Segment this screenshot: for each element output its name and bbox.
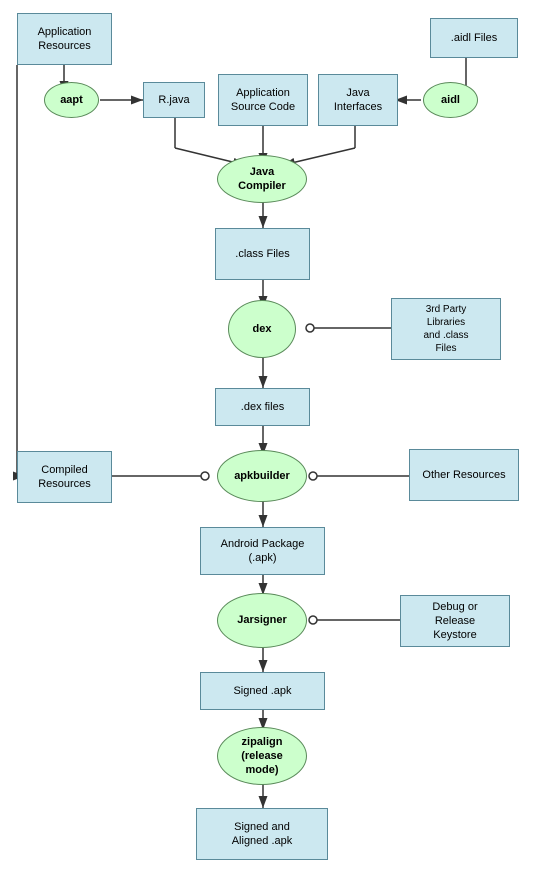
java-interfaces-box: Java Interfaces [318, 74, 398, 126]
debug-release-box: Debug or Release Keystore [400, 595, 510, 647]
android-package-label: Android Package (.apk) [221, 537, 305, 566]
application-resources-label: Application Resources [38, 25, 92, 54]
jarsigner-label: Jarsigner [237, 613, 287, 627]
third-party-box: 3rd Party Libraries and .class Files [391, 298, 501, 360]
dex-files-box: .dex files [215, 388, 310, 426]
java-compiler-label: Java Compiler [238, 165, 286, 194]
application-source-code-label: Application Source Code [231, 86, 295, 115]
aidl-oval: aidl [423, 82, 478, 118]
jarsigner-oval: Jarsigner [217, 593, 307, 648]
java-compiler-oval: Java Compiler [217, 155, 307, 203]
dex-label: dex [253, 322, 272, 336]
zipalign-label: zipalign (release mode) [241, 735, 283, 778]
java-interfaces-label: Java Interfaces [334, 86, 382, 115]
signed-aligned-box: Signed and Aligned .apk [196, 808, 328, 860]
debug-release-label: Debug or Release Keystore [432, 600, 477, 643]
signed-apk-box: Signed .apk [200, 672, 325, 710]
other-resources-box: Other Resources [409, 449, 519, 501]
third-party-label: 3rd Party Libraries and .class Files [423, 303, 468, 355]
application-resources-box: Application Resources [17, 13, 112, 65]
signed-aligned-label: Signed and Aligned .apk [232, 820, 293, 849]
dex-oval: dex [228, 300, 296, 358]
android-package-box: Android Package (.apk) [200, 527, 325, 575]
apkbuilder-label: apkbuilder [234, 469, 290, 483]
aidl-files-label: .aidl Files [451, 31, 497, 45]
application-source-code-box: Application Source Code [218, 74, 308, 126]
aapt-oval: aapt [44, 82, 99, 118]
class-files-box: .class Files [215, 228, 310, 280]
compiled-resources-label: Compiled Resources [38, 463, 91, 492]
diagram: Application Resources .aidl Files aapt R… [0, 0, 536, 882]
aapt-label: aapt [60, 93, 83, 107]
aidl-label: aidl [441, 93, 460, 107]
signed-apk-label: Signed .apk [233, 684, 291, 698]
aidl-files-box: .aidl Files [430, 18, 518, 58]
r-java-label: R.java [158, 93, 189, 107]
zipalign-oval: zipalign (release mode) [217, 727, 307, 785]
other-resources-label: Other Resources [422, 468, 505, 482]
compiled-resources-box: Compiled Resources [17, 451, 112, 503]
dex-files-label: .dex files [241, 400, 284, 414]
r-java-box: R.java [143, 82, 205, 118]
apkbuilder-oval: apkbuilder [217, 450, 307, 502]
class-files-label: .class Files [235, 247, 289, 261]
